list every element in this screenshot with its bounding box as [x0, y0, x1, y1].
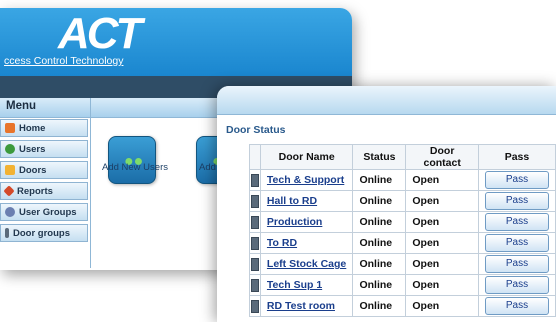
- menu-item-label: Users: [19, 143, 46, 155]
- door-contact-cell: Open: [405, 232, 479, 254]
- door-contact-cell: Open: [405, 253, 479, 275]
- pass-button[interactable]: Pass: [484, 276, 549, 294]
- table-row: Tech & Support Online Open Pass: [249, 169, 556, 191]
- door-status-window: Door Status Door Name Status Door contac…: [217, 86, 556, 322]
- menu-item-user-groups[interactable]: User Groups: [0, 203, 88, 221]
- door-groups-icon: [5, 228, 9, 238]
- menu-item-label: Reports: [17, 185, 53, 197]
- menu-item-label: Door groups: [13, 227, 70, 239]
- door-status-title: Door Status: [226, 124, 286, 136]
- pass-button[interactable]: Pass: [484, 255, 549, 273]
- door-status-table: Door Name Status Door contact Pass Tech …: [249, 144, 556, 317]
- table-row: Production Online Open Pass: [249, 211, 556, 233]
- column-header-door-name: Door Name: [259, 144, 354, 170]
- table-row: Left Stock Cage Online Open Pass: [249, 253, 556, 275]
- pass-button[interactable]: Pass: [484, 171, 549, 189]
- table-header-row: Door Name Status Door contact Pass: [249, 144, 556, 170]
- door-status-cell: Online: [352, 190, 407, 212]
- menu-item-doors[interactable]: Doors: [0, 161, 88, 179]
- door-name-link[interactable]: RD Test room: [267, 300, 335, 312]
- door-icon: [250, 215, 259, 229]
- column-header-pass: Pass: [477, 144, 556, 170]
- table-row: RD Test room Online Open Pass: [249, 295, 556, 317]
- door-status-cell: Online: [352, 169, 407, 191]
- door-name-link[interactable]: Tech Sup 1: [267, 279, 322, 291]
- door-contact-cell: Open: [405, 211, 479, 233]
- user-groups-icon: [5, 207, 15, 217]
- add-new-users-tile[interactable]: ●●: [108, 136, 156, 184]
- door-icon: [250, 299, 259, 313]
- users-icon: [5, 144, 15, 154]
- door-icon: [250, 236, 259, 250]
- door-contact-cell: Open: [405, 295, 479, 317]
- pass-button[interactable]: Pass: [484, 297, 549, 315]
- door-icon: [250, 257, 259, 271]
- door-name-link[interactable]: Production: [267, 216, 322, 228]
- menu-divider: [90, 98, 91, 268]
- column-header-door-contact: Door contact: [405, 144, 479, 170]
- table-row: Tech Sup 1 Online Open Pass: [249, 274, 556, 296]
- table-row: Hall to RD Online Open Pass: [249, 190, 556, 212]
- icon-column-header: [249, 144, 261, 170]
- pass-button[interactable]: Pass: [484, 192, 549, 210]
- door-status-toolbar: [217, 86, 556, 115]
- door-status-cell: Online: [352, 295, 407, 317]
- add-tile-label[interactable]: Add: [199, 162, 216, 173]
- door-contact-cell: Open: [405, 274, 479, 296]
- home-icon: [5, 123, 15, 133]
- menu-item-door-groups[interactable]: Door groups: [0, 224, 88, 242]
- menu-item-users[interactable]: Users: [0, 140, 88, 158]
- pass-button[interactable]: Pass: [484, 213, 549, 231]
- menu-item-home[interactable]: Home: [0, 119, 88, 137]
- door-name-link[interactable]: Left Stock Cage: [267, 258, 346, 270]
- door-icon: [5, 165, 15, 175]
- column-header-status: Status: [352, 144, 407, 170]
- door-contact-cell: Open: [405, 169, 479, 191]
- app-tagline[interactable]: ccess Control Technology: [4, 55, 123, 67]
- door-status-cell: Online: [352, 253, 407, 275]
- app-header: ACT ccess Control Technology: [0, 8, 352, 76]
- door-status-cell: Online: [352, 274, 407, 296]
- menu-list: Home Users Doors Reports User Groups Doo…: [0, 119, 90, 245]
- menu-title: Menu: [6, 100, 37, 112]
- door-contact-cell: Open: [405, 190, 479, 212]
- door-icon: [250, 173, 259, 187]
- table-row: To RD Online Open Pass: [249, 232, 556, 254]
- add-new-users-label[interactable]: Add New Users: [102, 162, 168, 173]
- menu-item-reports[interactable]: Reports: [0, 182, 88, 200]
- menu-item-label: Home: [19, 122, 46, 134]
- door-name-link[interactable]: To RD: [267, 237, 297, 249]
- menu-item-label: User Groups: [19, 206, 77, 218]
- door-icon: [250, 278, 259, 292]
- door-status-cell: Online: [352, 211, 407, 233]
- menu-item-label: Doors: [19, 164, 47, 176]
- act-logo: ACT: [58, 9, 142, 58]
- door-icon: [250, 194, 259, 208]
- pass-button[interactable]: Pass: [484, 234, 549, 252]
- reports-icon: [3, 185, 15, 197]
- door-status-cell: Online: [352, 232, 407, 254]
- door-name-link[interactable]: Tech & Support: [267, 174, 344, 186]
- door-name-link[interactable]: Hall to RD: [267, 195, 317, 207]
